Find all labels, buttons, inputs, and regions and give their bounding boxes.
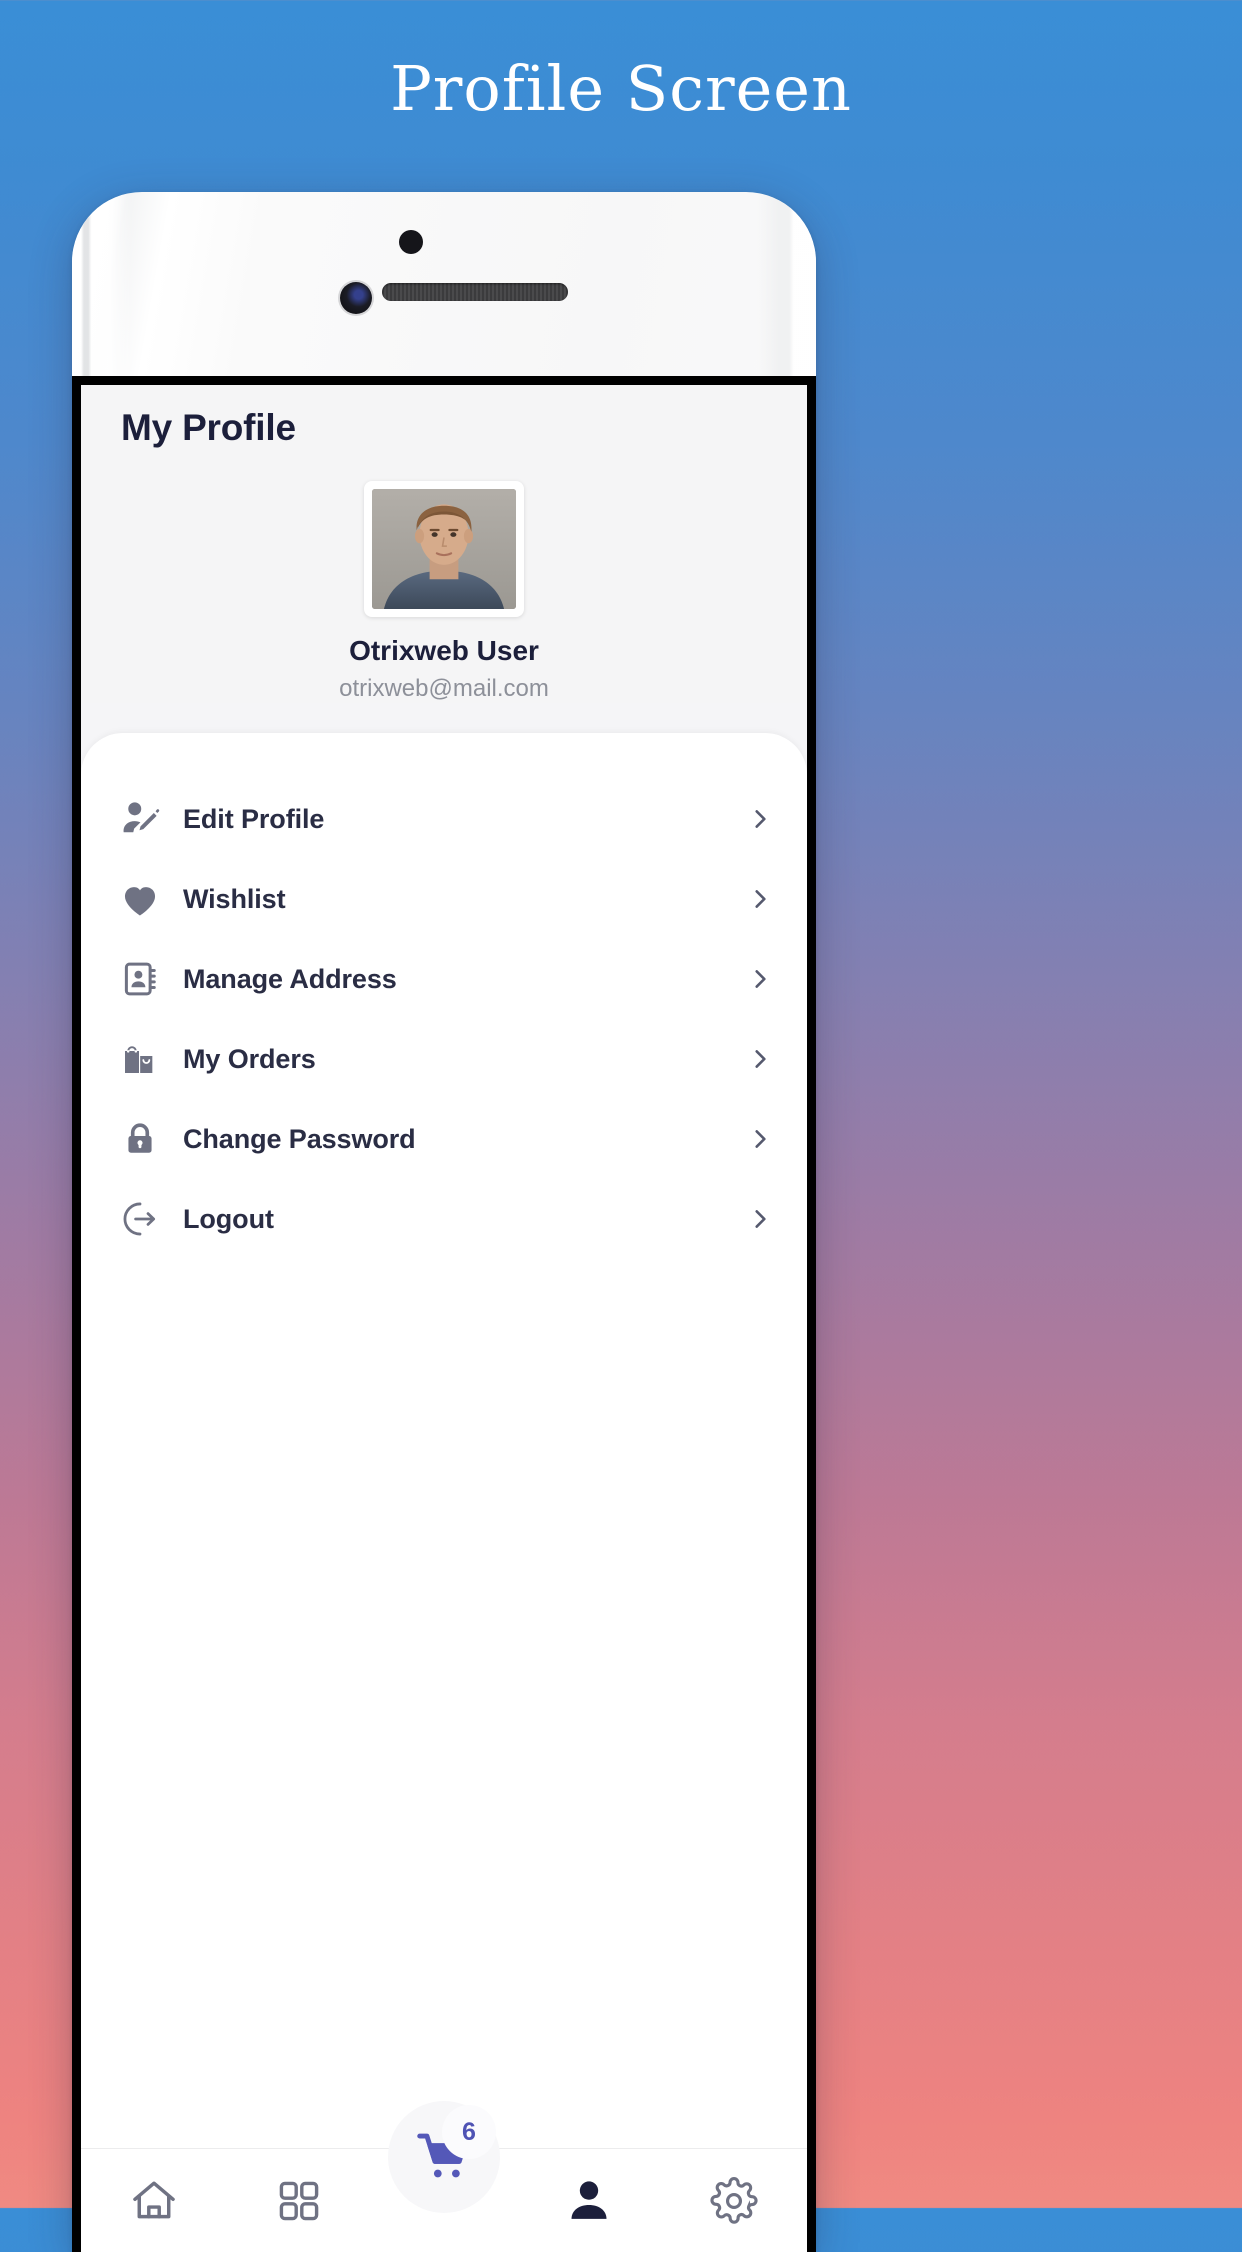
chevron-right-icon [747,966,773,992]
home-icon [128,2175,180,2227]
phone-screen: My Profile Otrixweb User otrixweb@mail.c… [72,376,816,2252]
phone-mockup: My Profile Otrixweb User otrixweb@mail.c… [72,192,816,2252]
menu-item-change-password[interactable]: Change Password [81,1099,807,1179]
heart-icon [109,877,171,921]
bottom-navigation-bar: 6 [81,2101,807,2252]
menu-item-edit-profile[interactable]: Edit Profile [81,779,807,859]
menu-item-label: Logout [183,1203,274,1234]
profile-header-block: My Profile Otrixweb User otrixweb@mail.c… [81,385,807,703]
menu-item-label: Edit Profile [183,803,325,834]
profile-name: Otrixweb User [349,635,539,666]
avatar[interactable] [372,489,516,609]
chevron-right-icon [747,1126,773,1152]
nav-item-profile[interactable] [517,2149,662,2252]
menu-item-label: Manage Address [183,963,397,994]
nav-item-categories[interactable] [226,2149,371,2252]
shopping-bags-icon [109,1039,171,1079]
chevron-right-icon [747,886,773,912]
edit-profile-icon [109,798,171,840]
earpiece-speaker [382,283,568,301]
address-book-icon [109,960,171,998]
grid-icon [275,2177,323,2225]
nav-item-settings[interactable] [662,2149,807,2252]
screen-title: My Profile [121,407,296,448]
avatar-frame[interactable] [364,481,524,617]
chevron-right-icon [747,1046,773,1072]
phone-sensor-dot-icon [399,230,423,254]
logout-icon [109,1198,171,1240]
menu-item-manage-address[interactable]: Manage Address [81,939,807,1019]
gear-icon [709,2176,759,2226]
menu-item-label: My Orders [183,1043,316,1074]
menu-item-wishlist[interactable]: Wishlist [81,859,807,939]
app-content: My Profile Otrixweb User otrixweb@mail.c… [81,385,807,2252]
menu-item-label: Wishlist [183,883,286,914]
lock-icon [109,1120,171,1158]
front-camera-icon [340,282,372,314]
menu-item-label: Change Password [183,1123,416,1154]
chevron-right-icon [747,1206,773,1232]
profile-menu-sheet: Edit Profile Wishlist Manage Address My … [81,733,807,2148]
menu-item-logout[interactable]: Logout [81,1179,807,1259]
chevron-right-icon [747,806,773,832]
page-title: Profile Screen [390,52,852,125]
person-icon [564,2176,614,2226]
menu-item-my-orders[interactable]: My Orders [81,1019,807,1099]
profile-email: otrixweb@mail.com [339,675,549,702]
nav-item-home[interactable] [81,2149,226,2252]
avatar-photo-icon [372,489,516,609]
cart-fab-button[interactable]: 6 [388,2101,500,2213]
cart-badge: 6 [442,2105,496,2159]
